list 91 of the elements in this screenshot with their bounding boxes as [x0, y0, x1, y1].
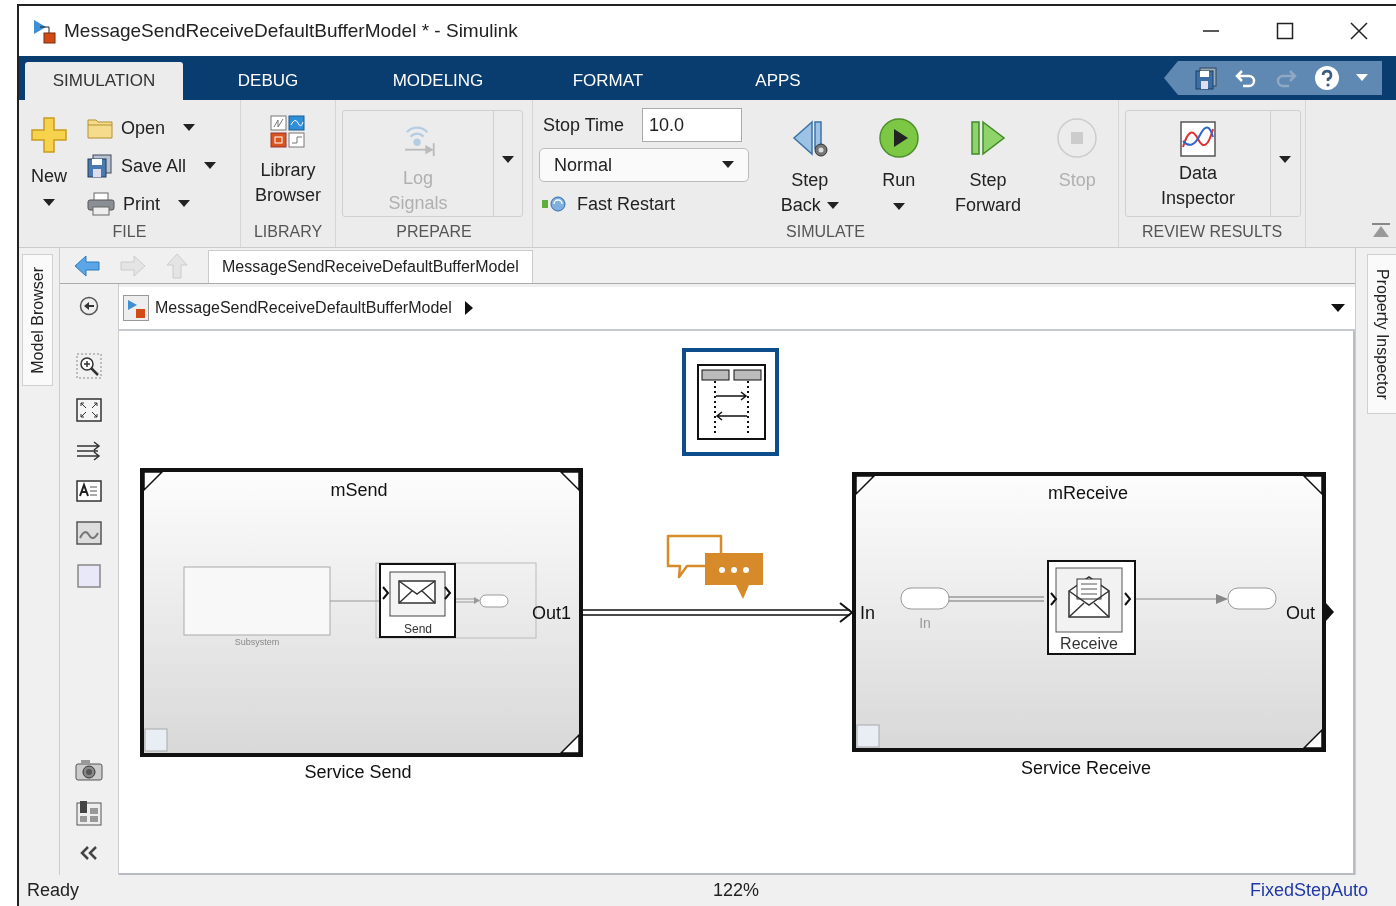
save-icon[interactable] [1194, 66, 1218, 90]
sequence-viewer-block[interactable] [682, 348, 779, 456]
stop-time-label: Stop Time [543, 114, 625, 136]
save-icon [87, 154, 113, 178]
outport-block [479, 594, 509, 608]
collapse-icon[interactable] [79, 845, 99, 861]
property-inspector-tab[interactable]: Property Inspector [1367, 254, 1396, 414]
caret-icon [43, 199, 55, 207]
library-icon [269, 114, 307, 150]
port-label: In [860, 603, 875, 623]
block-label: In [919, 615, 931, 631]
help-icon[interactable] [1314, 65, 1340, 91]
image-icon[interactable] [76, 521, 102, 545]
step-forward-button[interactable]: Step Forward [947, 108, 1029, 218]
caret-icon [722, 161, 735, 169]
annotation-icon[interactable] [76, 480, 102, 502]
group-label: PREPARE [396, 223, 472, 242]
ribbon-tab[interactable]: APPS [693, 62, 863, 100]
model-browser-tab[interactable]: Model Browser [22, 254, 53, 386]
block-title: mSend [330, 480, 388, 500]
block-title: mReceive [1048, 483, 1128, 503]
send-block[interactable] [379, 563, 456, 638]
subsystem-block[interactable] [852, 472, 1334, 752]
window-title: MessageSendReceiveDefaultBufferModel * - Simulink [64, 20, 518, 42]
block-label: Receive [1060, 635, 1118, 652]
layout-icon[interactable] [76, 800, 102, 826]
status-text: Ready [27, 880, 81, 901]
signal-line [329, 600, 381, 602]
play-icon [878, 118, 919, 158]
undo-icon[interactable] [1234, 67, 1258, 89]
breadcrumb-link[interactable]: MessageSendReceiveDefaultBufferModel [155, 299, 452, 317]
open-button[interactable]: Open [87, 112, 217, 144]
solver-link[interactable]: FixedStepAuto [1249, 880, 1368, 901]
back-arrow-icon[interactable] [74, 254, 100, 277]
group-label: LIBRARY [253, 223, 323, 242]
simulink-icon [32, 18, 58, 44]
stop-icon [1057, 118, 1098, 158]
caret-icon [183, 124, 196, 132]
ribbon-tab[interactable]: MODELING [353, 62, 523, 100]
fast-restart-button[interactable]: Fast Restart [539, 188, 750, 220]
camera-icon[interactable] [75, 759, 103, 781]
folder-icon [87, 117, 113, 139]
ribbon-tab[interactable]: FORMAT [523, 62, 693, 100]
zoom-in-icon[interactable] [76, 353, 102, 379]
block-label: Send [404, 622, 432, 636]
new-button[interactable]: New [23, 108, 75, 207]
outport-block [1227, 587, 1277, 610]
simulation-mode-dropdown[interactable]: Normal [539, 148, 750, 182]
ribbon-tab[interactable]: DEBUG [183, 62, 353, 100]
ribbon-tab[interactable]: SIMULATION [25, 62, 183, 100]
library-browser-button[interactable]: Library Browser [245, 114, 331, 208]
fast-restart-icon [541, 195, 569, 213]
close-icon [1350, 22, 1368, 40]
port-label: Out1 [532, 603, 572, 623]
data-inspector-button[interactable]: Data Inspector [1126, 111, 1270, 216]
chat-bubbles-icon [666, 534, 763, 599]
minimize-icon [1202, 30, 1220, 32]
model-tab[interactable]: MessageSendReceiveDefaultBufferModel [208, 250, 533, 283]
model-icon [123, 295, 149, 321]
chart-icon [1180, 121, 1216, 157]
block-caption: Service Send [304, 762, 412, 782]
caret-icon [178, 200, 190, 208]
group-label: FILE [112, 223, 147, 242]
chevron-right-icon[interactable] [463, 300, 474, 316]
caret-icon [204, 162, 217, 170]
back-circle-icon[interactable] [79, 296, 99, 316]
receive-block[interactable] [1047, 560, 1136, 655]
arrows-icon[interactable] [76, 441, 102, 461]
inport-block [900, 587, 950, 610]
run-button[interactable]: Run [858, 108, 940, 211]
fit-view-icon[interactable] [76, 398, 102, 422]
group-label: REVIEW RESULTS [1141, 223, 1283, 242]
caret-icon [502, 155, 514, 164]
block-label: Subsystem [234, 637, 280, 647]
collapse-ribbon-icon[interactable] [1372, 223, 1390, 239]
print-button[interactable]: Print [87, 188, 217, 220]
plus-icon [30, 116, 68, 154]
save-all-button[interactable]: Save All [87, 150, 217, 182]
maximize-icon [1276, 22, 1294, 40]
group-label: SIMULATE [786, 223, 865, 242]
caret-icon [892, 203, 905, 211]
block-caption: Service Receive [1020, 758, 1152, 778]
zoom-level: 122% [713, 880, 760, 901]
stop-time-field[interactable]: 10.0 [642, 108, 743, 142]
caret-icon [826, 202, 839, 211]
port-label: Out [1286, 603, 1315, 623]
caret-icon[interactable] [1331, 303, 1345, 313]
caret-icon [1279, 155, 1291, 164]
step-back-button[interactable]: Step Back [769, 108, 851, 218]
message-line [455, 597, 480, 604]
printer-icon [87, 192, 115, 216]
